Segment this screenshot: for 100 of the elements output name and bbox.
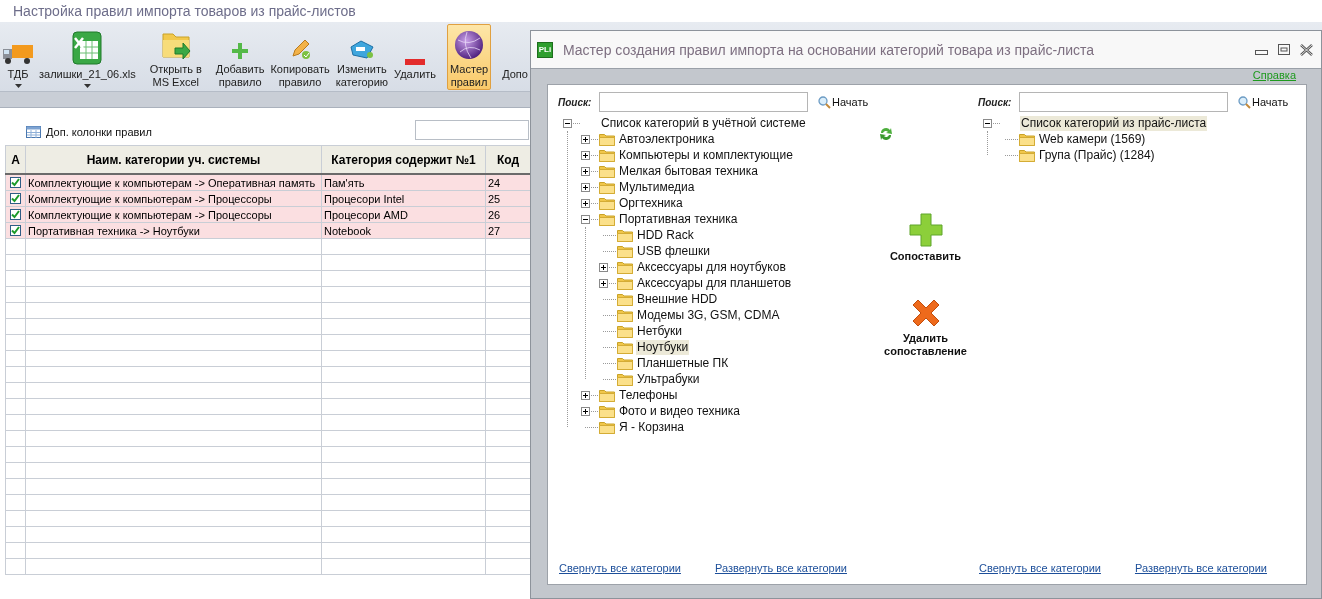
tree-item[interactable]: Компьютеры и комплектующие — [618, 147, 794, 163]
tree-item[interactable]: Мультимедиа — [618, 179, 696, 195]
tree-item[interactable]: Аксессуары для планшетов — [636, 275, 793, 291]
plus-box-icon[interactable] — [599, 278, 617, 288]
tree-item[interactable]: Я - Корзина — [618, 419, 686, 435]
tree-item[interactable]: Web камери (1569) — [1038, 131, 1147, 147]
folder-icon — [599, 132, 615, 146]
checkbox[interactable] — [10, 193, 21, 204]
maximize-icon[interactable] — [1278, 44, 1290, 55]
folder-icon — [617, 356, 633, 370]
expand-all-link[interactable]: Развернуть все категории — [714, 562, 847, 574]
tree-item[interactable]: Мелкая бытовая техника — [618, 163, 759, 179]
folder-icon — [599, 388, 615, 402]
toolbar-button[interactable]: Удалить — [391, 23, 440, 90]
plus-box-icon[interactable] — [581, 134, 599, 144]
column-header[interactable]: Код — [485, 145, 531, 174]
tree-item[interactable]: Модемы 3G, GSM, CDMA — [636, 307, 781, 323]
tree-item[interactable]: Аксессуары для ноутбуков — [636, 259, 787, 275]
collapse-all-link[interactable]: Свернуть все категории — [559, 562, 681, 574]
folder-icon — [599, 420, 615, 434]
tree-item[interactable]: Група (Прайс) (1284) — [1038, 147, 1156, 163]
tree-line-icon — [603, 346, 617, 348]
tree-item[interactable]: Внешние HDD — [636, 291, 719, 307]
folder-icon — [599, 212, 615, 226]
tree-item[interactable]: HDD Rack — [636, 227, 695, 243]
toolbar-button[interactable]: Изменить категорию — [332, 23, 392, 90]
tree-item[interactable]: Портативная техника — [618, 211, 739, 227]
app-logo: PLi — [537, 41, 553, 58]
spreadsheet-icon — [72, 30, 103, 65]
search-field[interactable] — [1019, 92, 1228, 112]
checkbox[interactable] — [10, 209, 21, 220]
toolbar-button[interactable]: Добавить правило — [212, 23, 268, 90]
plus-box-icon[interactable] — [581, 390, 599, 400]
table-icon — [26, 125, 41, 138]
tree-item[interactable]: Нетбуки — [636, 323, 683, 339]
tree-line-icon — [603, 330, 617, 332]
plus-box-icon[interactable] — [581, 166, 599, 176]
toolbar-button[interactable]: Открыть в MS Excel — [146, 23, 205, 90]
folder-icon — [599, 196, 615, 210]
expand-all-link[interactable]: Развернуть все категории — [1134, 562, 1267, 574]
plus-icon — [231, 41, 250, 60]
search-icon — [818, 95, 831, 109]
toolbar-button[interactable]: Мастер правил — [447, 23, 492, 90]
tree-item[interactable]: Планшетные ПК — [636, 355, 730, 371]
toolbar-button[interactable]: залишки_21_06.xls — [36, 23, 139, 90]
folder-icon — [617, 292, 633, 306]
tree-item[interactable]: Ультрабуки — [636, 371, 701, 387]
tree-item[interactable]: USB флешки — [636, 243, 711, 259]
plus-box-icon[interactable] — [581, 406, 599, 416]
folder-icon — [599, 404, 615, 418]
tree-item[interactable]: Список категорий в учётной системе — [600, 115, 807, 131]
tree-line-icon — [603, 298, 617, 300]
plus-box-icon[interactable] — [581, 150, 599, 160]
folder-icon — [599, 180, 615, 194]
minus-box-icon[interactable] — [563, 118, 581, 128]
search-label: Поиск: — [558, 96, 593, 108]
extra-columns-button[interactable]: Доп. колонки правил — [26, 125, 152, 138]
tree-item[interactable]: Фото и видео техника — [618, 403, 741, 419]
search-button[interactable]: Начать — [818, 95, 869, 109]
column-header[interactable]: А — [5, 145, 26, 174]
folder-icon — [599, 148, 615, 162]
folder-icon — [617, 308, 633, 322]
globe-icon — [454, 29, 485, 60]
remove-match-button[interactable]: Удалить сопоставление — [878, 297, 973, 358]
tree-item[interactable]: Ноутбуки — [636, 339, 690, 355]
search-button[interactable]: Начать — [1238, 95, 1289, 109]
folder-icon — [599, 164, 615, 178]
tree-line-icon — [603, 378, 617, 380]
toolbar-button[interactable]: ТДБ — [0, 23, 36, 90]
toolbar-button[interactable]: Копировать правило — [267, 23, 333, 90]
tree-item[interactable]: Список категорий из прайс-листа — [1020, 115, 1208, 131]
minus-box-icon[interactable] — [581, 214, 599, 224]
column-header[interactable]: Категория содержит №1 — [321, 145, 486, 174]
checkbox[interactable] — [10, 225, 21, 236]
folder-icon — [617, 260, 633, 274]
minus-box-icon[interactable] — [983, 118, 1001, 128]
toolbar-button[interactable]: Допо — [499, 23, 531, 90]
pencil-icon — [289, 37, 312, 60]
refresh-icon[interactable] — [878, 126, 894, 142]
checkbox[interactable] — [10, 177, 21, 188]
search-label: Поиск: — [978, 96, 1013, 108]
tree-item[interactable]: Телефоны — [618, 387, 679, 403]
tree-line-icon — [603, 314, 617, 316]
tree-item[interactable]: Автоэлектроника — [618, 131, 716, 147]
tree-line-icon — [603, 250, 617, 252]
match-button[interactable]: Сопоставить — [878, 213, 973, 263]
tree-line-icon — [585, 426, 599, 428]
search-field[interactable] — [599, 92, 808, 112]
folder-icon — [617, 244, 633, 258]
plus-icon — [908, 213, 943, 247]
tree-item[interactable]: Оргтехника — [618, 195, 684, 211]
close-icon[interactable] — [1300, 43, 1313, 56]
plus-box-icon[interactable] — [599, 262, 617, 272]
tree-line-icon — [603, 362, 617, 364]
folder-icon — [617, 324, 633, 338]
collapse-all-link[interactable]: Свернуть все категории — [979, 562, 1101, 574]
plus-box-icon[interactable] — [581, 198, 599, 208]
plus-box-icon[interactable] — [581, 182, 599, 192]
column-header[interactable]: Наим. категории уч. системы — [25, 145, 322, 174]
filter-field[interactable] — [415, 120, 529, 140]
